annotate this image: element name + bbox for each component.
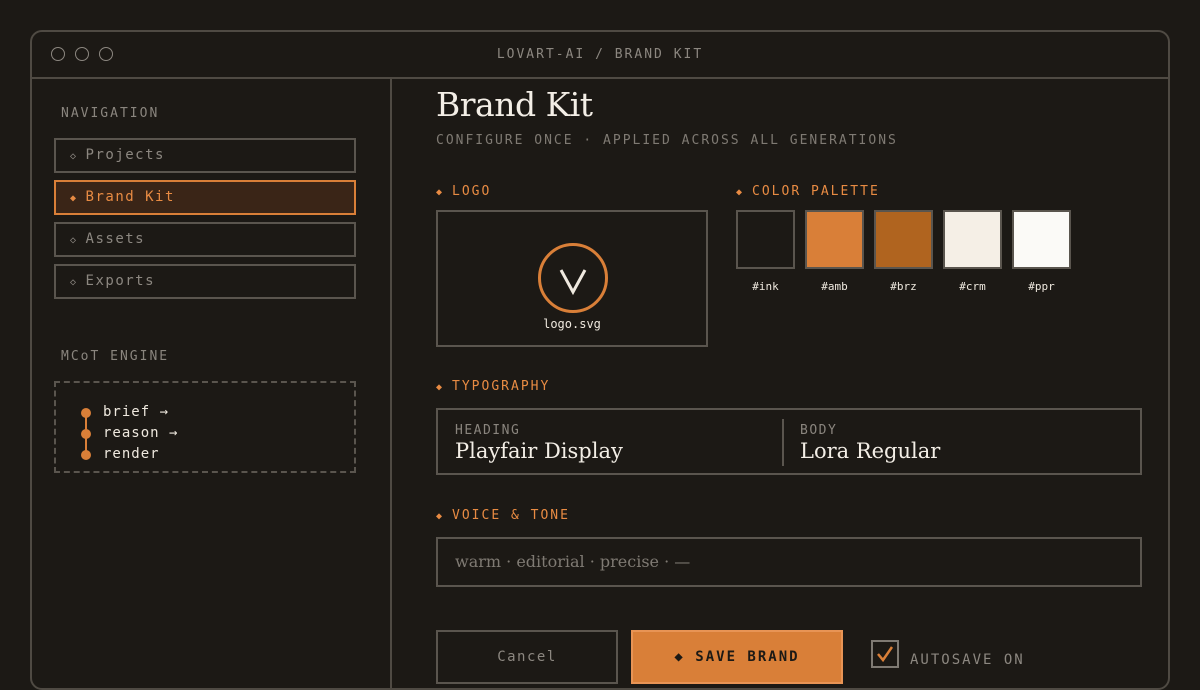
logo-section-label: ◆ LOGO bbox=[436, 184, 492, 199]
engine-label: MCoT ENGINE bbox=[61, 349, 170, 364]
diamond-filled-icon: ◆ bbox=[436, 382, 445, 393]
body-caption: BODY bbox=[800, 423, 838, 438]
diamond-filled-icon: ◆ bbox=[436, 511, 445, 522]
swatch-ink[interactable] bbox=[736, 210, 795, 269]
diamond-outline-icon: ◇ bbox=[70, 235, 78, 246]
swatch-label: #ppr bbox=[1028, 280, 1055, 293]
voice-tone-input[interactable]: warm · editorial · precise · — bbox=[436, 537, 1142, 587]
pipeline-node-icon bbox=[81, 450, 91, 460]
page-title: Brand Kit bbox=[436, 85, 593, 124]
diamond-outline-icon: ◇ bbox=[70, 151, 78, 162]
swatch-brz[interactable] bbox=[874, 210, 933, 269]
sidebar-item-brand-kit[interactable]: ◆ Brand Kit bbox=[54, 180, 356, 215]
navigation-label: NAVIGATION bbox=[61, 106, 160, 121]
sidebar-item-label: Assets bbox=[85, 231, 146, 247]
body-font-select[interactable]: Lora Regular bbox=[800, 439, 940, 463]
palette-section-label: ◆ COLOR PALETTE bbox=[736, 184, 880, 199]
save-brand-button[interactable]: ◆ SAVE BRAND bbox=[631, 630, 843, 684]
sidebar-item-label: Projects bbox=[85, 147, 165, 163]
pipeline-node-icon bbox=[81, 429, 91, 439]
sidebar-item-label: Brand Kit bbox=[85, 189, 175, 205]
voice-section-label: ◆ VOICE & TONE bbox=[436, 508, 570, 523]
logo-upload[interactable]: logo.svg bbox=[436, 210, 708, 347]
sidebar-item-exports[interactable]: ◇ Exports bbox=[54, 264, 356, 299]
pipeline-node-icon bbox=[81, 408, 91, 418]
check-icon bbox=[877, 646, 894, 663]
diamond-filled-icon: ◆ bbox=[436, 187, 445, 198]
swatch-ppr[interactable] bbox=[1012, 210, 1071, 269]
swatch-label: #brz bbox=[890, 280, 917, 293]
engine-pipeline: brief → reason → render bbox=[54, 381, 356, 473]
heading-font-select[interactable]: Playfair Display bbox=[455, 439, 623, 463]
typography-section-label: ◆ TYPOGRAPHY bbox=[436, 379, 551, 394]
engine-step-render: render bbox=[103, 446, 160, 462]
engine-step-brief: brief → bbox=[103, 404, 170, 420]
logo-filename: logo.svg bbox=[543, 317, 601, 331]
diamond-outline-icon: ◇ bbox=[70, 277, 78, 288]
diamond-filled-icon: ◆ bbox=[736, 187, 745, 198]
window-title: LOVART-AI / BRAND KIT bbox=[496, 47, 704, 62]
sidebar-divider bbox=[390, 79, 392, 688]
logo-mark-icon bbox=[538, 243, 608, 313]
title-bar: LOVART-AI / BRAND KIT bbox=[32, 32, 1168, 79]
typography-divider bbox=[782, 419, 784, 466]
cancel-button[interactable]: Cancel bbox=[436, 630, 618, 684]
swatch-amb[interactable] bbox=[805, 210, 864, 269]
engine-step-reason: reason → bbox=[103, 425, 179, 441]
app-window: LOVART-AI / BRAND KIT NAVIGATION ◇ Projec… bbox=[30, 30, 1170, 690]
swatch-label: #crm bbox=[959, 280, 986, 293]
swatch-label: #amb bbox=[821, 280, 848, 293]
swatch-crm[interactable] bbox=[943, 210, 1002, 269]
sidebar-item-assets[interactable]: ◇ Assets bbox=[54, 222, 356, 257]
sidebar-item-label: Exports bbox=[85, 273, 156, 289]
page-subtitle: CONFIGURE ONCE · APPLIED ACROSS ALL GENE… bbox=[436, 133, 898, 148]
typography-panel: HEADING Playfair Display BODY Lora Regul… bbox=[436, 408, 1142, 475]
heading-caption: HEADING bbox=[455, 423, 521, 438]
autosave-checkbox[interactable] bbox=[871, 640, 899, 668]
autosave-label: AUTOSAVE ON bbox=[910, 652, 1025, 668]
swatch-label: #ink bbox=[752, 280, 779, 293]
diamond-filled-icon: ◆ bbox=[70, 193, 78, 204]
sidebar-item-projects[interactable]: ◇ Projects bbox=[54, 138, 356, 173]
